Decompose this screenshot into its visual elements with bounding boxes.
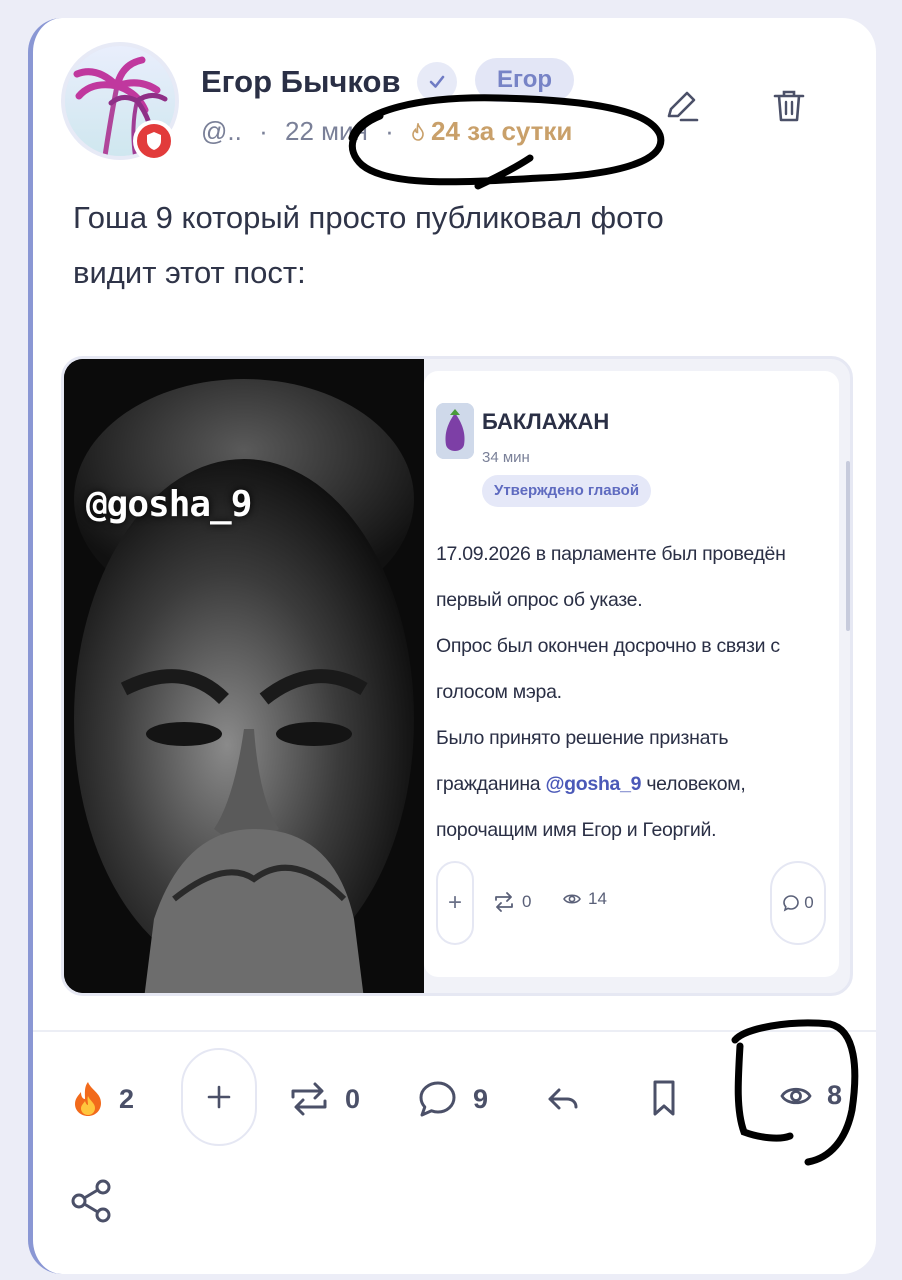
- bookmark-icon: [653, 1080, 675, 1116]
- trash-icon: [773, 90, 805, 122]
- eggplant-icon: [436, 403, 474, 459]
- reply-button[interactable]: [545, 1082, 581, 1116]
- comments-count: 9: [473, 1083, 489, 1114]
- embedded-repost-stat: 0: [492, 889, 531, 915]
- embedded-repost-count: 0: [522, 892, 532, 911]
- post-text: Гоша 9 который просто публиковал фото ви…: [73, 190, 793, 300]
- embedded-views-count: 14: [588, 889, 607, 908]
- portrait-photo: [64, 359, 424, 993]
- repost-count: 0: [345, 1083, 361, 1114]
- reactions-stat[interactable]: 2: [71, 1080, 134, 1118]
- comment-icon: [783, 895, 800, 912]
- embedded-line: 17.09.2026 в парламенте был проведён: [436, 543, 786, 565]
- divider: [33, 1030, 876, 1032]
- eye-icon: [563, 894, 581, 904]
- views-count: 8: [827, 1080, 843, 1110]
- embedded-line: порочащим имя Егор и Георгий.: [436, 819, 717, 841]
- shield-icon: [147, 132, 161, 150]
- embedded-comments: 0: [770, 861, 826, 945]
- embedded-line: Опрос был окончен досрочно в связи с: [436, 635, 780, 657]
- verified-badge: [417, 62, 457, 102]
- embedded-plus-button: +: [436, 861, 474, 945]
- share-icon: [71, 1179, 111, 1223]
- post-meta: @.. · 22 мин · 24 за сутки: [201, 116, 572, 147]
- post-text-line: Гоша 9 который просто публиковал фото: [73, 200, 664, 235]
- meta-separator: ·: [259, 116, 268, 146]
- post-time: 22 мин: [284, 116, 368, 146]
- post-image[interactable]: @gosha_9 БАКЛАЖАН 34 мин Утверждено глав…: [61, 356, 853, 996]
- post-card: Егор Бычков Егор @.. · 22 мин · 24 за су…: [28, 18, 876, 1274]
- eye-icon: [780, 1087, 812, 1104]
- embedded-line: первый опрос об указе.: [436, 589, 643, 611]
- reply-icon: [548, 1088, 578, 1110]
- flame-icon: [412, 121, 424, 141]
- bookmark-button[interactable]: [649, 1078, 679, 1118]
- pencil-icon: [667, 91, 699, 122]
- embedded-text: 17.09.2026 в парламенте был проведён пер…: [436, 531, 826, 853]
- repost-icon: [495, 892, 513, 912]
- author-name[interactable]: Егор Бычков: [201, 64, 401, 100]
- add-reaction-button[interactable]: [181, 1048, 257, 1146]
- photo-panel: @gosha_9: [64, 359, 424, 993]
- trending-text: 24 за сутки: [431, 116, 573, 146]
- repost-button[interactable]: 0: [287, 1078, 360, 1120]
- share-button[interactable]: [69, 1178, 115, 1224]
- comment-icon: [419, 1081, 456, 1117]
- comments-button[interactable]: 9: [415, 1078, 488, 1120]
- photo-caption: @gosha_9: [86, 484, 252, 525]
- embedded-author-name: БАКЛАЖАН: [482, 409, 610, 434]
- repost-icon: [291, 1082, 327, 1116]
- delete-button[interactable]: [767, 84, 811, 128]
- post-text-line: видит этот пост:: [73, 255, 306, 290]
- reactions-count: 2: [119, 1083, 135, 1114]
- checkmark-icon: [429, 75, 445, 88]
- edit-button[interactable]: [659, 84, 703, 128]
- author-handle[interactable]: @..: [201, 116, 242, 146]
- embedded-mention: @gosha_9: [545, 773, 642, 795]
- eggplant-avatar: [436, 403, 474, 459]
- moderator-badge: [133, 120, 175, 162]
- trending-indicator: 24 за сутки: [411, 116, 572, 146]
- embedded-line: голосом мэра.: [436, 681, 562, 703]
- embedded-line: гражданина @gosha_9 человеком,: [436, 761, 826, 807]
- embedded-post: БАКЛАЖАН 34 мин Утверждено главой 17.09.…: [424, 371, 850, 977]
- embedded-scrollbar: [846, 461, 850, 631]
- embedded-comments-count: 0: [804, 893, 814, 912]
- plus-icon: [207, 1085, 231, 1109]
- embedded-line-prefix: гражданина: [436, 773, 546, 795]
- embedded-line: Было принято решение признать: [436, 727, 729, 749]
- meta-separator-2: ·: [385, 116, 394, 146]
- embedded-line-suffix: человеком,: [641, 773, 746, 795]
- fire-emoji-icon: [75, 1082, 101, 1116]
- embedded-badge: Утверждено главой: [482, 475, 652, 507]
- author-tag[interactable]: Егор: [475, 58, 575, 102]
- embedded-time: 34 мин: [482, 449, 530, 466]
- views-stat: 8: [779, 1080, 842, 1111]
- embedded-views-stat: 14: [562, 889, 607, 909]
